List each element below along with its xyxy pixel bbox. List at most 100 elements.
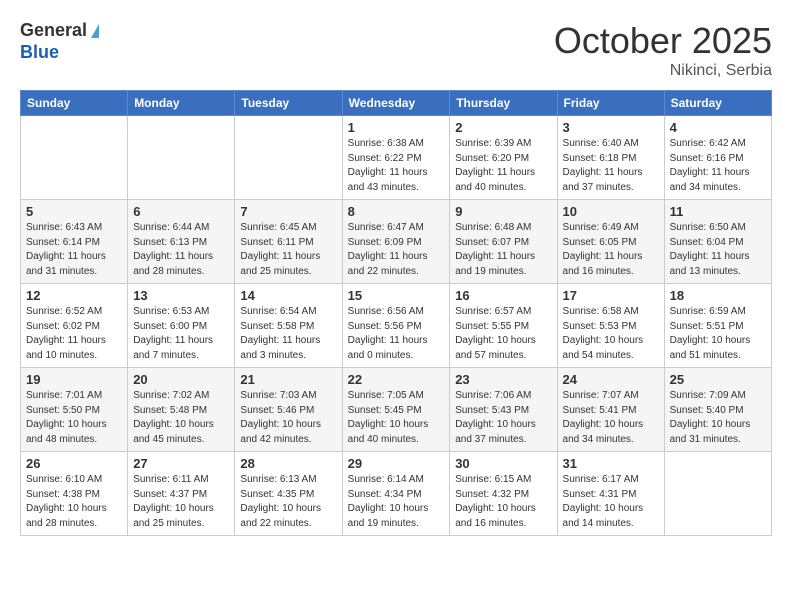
day-info: Sunrise: 6:44 AM Sunset: 6:13 PM Dayligh…: [133, 221, 229, 279]
day-number: 28: [240, 456, 336, 471]
calendar-cell: [235, 116, 342, 200]
day-number: 2: [455, 120, 551, 135]
day-number: 25: [670, 372, 766, 387]
day-info: Sunrise: 7:01 AM Sunset: 5:50 PM Dayligh…: [26, 389, 122, 447]
calendar-cell: 7 Sunrise: 6:45 AM Sunset: 6:11 PM Daylig…: [235, 200, 342, 284]
calendar-cell: 25 Sunrise: 7:09 AM Sunset: 5:40 PM Dayli…: [664, 368, 771, 452]
location: Nikinci, Serbia: [554, 62, 772, 80]
day-info: Sunrise: 6:49 AM Sunset: 6:05 PM Dayligh…: [563, 221, 659, 279]
day-info: Sunrise: 6:13 AM Sunset: 4:35 PM Dayligh…: [240, 473, 336, 531]
calendar-cell: 2 Sunrise: 6:39 AM Sunset: 6:20 PM Daylig…: [450, 116, 557, 200]
day-number: 13: [133, 288, 229, 303]
day-number: 3: [563, 120, 659, 135]
day-number: 24: [563, 372, 659, 387]
calendar-cell: [21, 116, 128, 200]
calendar-cell: 22 Sunrise: 7:05 AM Sunset: 5:45 PM Dayli…: [342, 368, 450, 452]
logo-blue-text: Blue: [20, 42, 99, 64]
day-info: Sunrise: 6:45 AM Sunset: 6:11 PM Dayligh…: [240, 221, 336, 279]
day-number: 26: [26, 456, 122, 471]
calendar-cell: 12Sunrise: 6:52 AM Sunset: 6:02 PM Dayli…: [21, 284, 128, 368]
calendar-cell: 31 Sunrise: 6:17 AM Sunset: 4:31 PM Dayli…: [557, 452, 664, 536]
day-number: 22: [348, 372, 445, 387]
calendar-cell: 20 Sunrise: 7:02 AM Sunset: 5:48 PM Dayli…: [128, 368, 235, 452]
calendar-cell: 17 Sunrise: 6:58 AM Sunset: 5:53 PM Dayli…: [557, 284, 664, 368]
day-info: Sunrise: 7:07 AM Sunset: 5:41 PM Dayligh…: [563, 389, 659, 447]
logo-icon: [91, 24, 99, 38]
calendar-cell: 19 Sunrise: 7:01 AM Sunset: 5:50 PM Dayli…: [21, 368, 128, 452]
logo-general-text: General: [20, 20, 87, 42]
day-number: 5: [26, 204, 122, 219]
day-info: Sunrise: 6:38 AM Sunset: 6:22 PM Dayligh…: [348, 137, 445, 195]
day-number: 18: [670, 288, 766, 303]
day-info: Sunrise: 6:42 AM Sunset: 6:16 PM Dayligh…: [670, 137, 766, 195]
calendar-cell: 13 Sunrise: 6:53 AM Sunset: 6:00 PM Dayli…: [128, 284, 235, 368]
day-number: 12: [26, 288, 122, 303]
day-info: Sunrise: 6:15 AM Sunset: 4:32 PM Dayligh…: [455, 473, 551, 531]
day-number: 27: [133, 456, 229, 471]
calendar-cell: 27 Sunrise: 6:11 AM Sunset: 4:37 PM Dayli…: [128, 452, 235, 536]
calendar-cell: 16 Sunrise: 6:57 AM Sunset: 5:55 PM Dayli…: [450, 284, 557, 368]
calendar-cell: 24 Sunrise: 7:07 AM Sunset: 5:41 PM Dayli…: [557, 368, 664, 452]
logo: General Blue: [20, 20, 99, 63]
day-number: 19: [26, 372, 122, 387]
calendar-cell: 28 Sunrise: 6:13 AM Sunset: 4:35 PM Dayli…: [235, 452, 342, 536]
day-of-week-header: Monday: [128, 91, 235, 116]
day-info: Sunrise: 6:14 AM Sunset: 4:34 PM Dayligh…: [348, 473, 445, 531]
day-info: Sunrise: 7:05 AM Sunset: 5:45 PM Dayligh…: [348, 389, 445, 447]
day-info: Sunrise: 6:58 AM Sunset: 5:53 PM Dayligh…: [563, 305, 659, 363]
day-info: Sunrise: 7:03 AM Sunset: 5:46 PM Dayligh…: [240, 389, 336, 447]
day-of-week-header: Tuesday: [235, 91, 342, 116]
day-number: 14: [240, 288, 336, 303]
day-info: Sunrise: 7:09 AM Sunset: 5:40 PM Dayligh…: [670, 389, 766, 447]
calendar-cell: 30 Sunrise: 6:15 AM Sunset: 4:32 PM Dayli…: [450, 452, 557, 536]
calendar-cell: 6 Sunrise: 6:44 AM Sunset: 6:13 PM Daylig…: [128, 200, 235, 284]
day-info: Sunrise: 6:48 AM Sunset: 6:07 PM Dayligh…: [455, 221, 551, 279]
day-number: 9: [455, 204, 551, 219]
calendar-cell: 21 Sunrise: 7:03 AM Sunset: 5:46 PM Dayli…: [235, 368, 342, 452]
day-number: 15: [348, 288, 445, 303]
month-title: October 2025: [554, 20, 772, 62]
day-of-week-header: Sunday: [21, 91, 128, 116]
day-info: Sunrise: 6:47 AM Sunset: 6:09 PM Dayligh…: [348, 221, 445, 279]
day-number: 16: [455, 288, 551, 303]
day-number: 4: [670, 120, 766, 135]
title-block: October 2025 Nikinci, Serbia: [554, 20, 772, 80]
calendar-cell: 8 Sunrise: 6:47 AM Sunset: 6:09 PM Daylig…: [342, 200, 450, 284]
day-number: 7: [240, 204, 336, 219]
day-number: 23: [455, 372, 551, 387]
day-number: 6: [133, 204, 229, 219]
calendar-cell: 4 Sunrise: 6:42 AM Sunset: 6:16 PM Daylig…: [664, 116, 771, 200]
day-info: Sunrise: 6:53 AM Sunset: 6:00 PM Dayligh…: [133, 305, 229, 363]
page-header: General Blue October 2025 Nikinci, Serbi…: [20, 20, 772, 80]
day-info: Sunrise: 6:11 AM Sunset: 4:37 PM Dayligh…: [133, 473, 229, 531]
day-number: 31: [563, 456, 659, 471]
day-of-week-header: Saturday: [664, 91, 771, 116]
day-info: Sunrise: 6:39 AM Sunset: 6:20 PM Dayligh…: [455, 137, 551, 195]
day-info: Sunrise: 6:59 AM Sunset: 5:51 PM Dayligh…: [670, 305, 766, 363]
day-info: Sunrise: 6:10 AM Sunset: 4:38 PM Dayligh…: [26, 473, 122, 531]
calendar-cell: 18 Sunrise: 6:59 AM Sunset: 5:51 PM Dayli…: [664, 284, 771, 368]
day-of-week-header: Friday: [557, 91, 664, 116]
day-number: 29: [348, 456, 445, 471]
day-number: 17: [563, 288, 659, 303]
day-info: Sunrise: 6:40 AM Sunset: 6:18 PM Dayligh…: [563, 137, 659, 195]
calendar-cell: 29 Sunrise: 6:14 AM Sunset: 4:34 PM Dayli…: [342, 452, 450, 536]
calendar-cell: 3 Sunrise: 6:40 AM Sunset: 6:18 PM Daylig…: [557, 116, 664, 200]
day-number: 11: [670, 204, 766, 219]
day-of-week-header: Wednesday: [342, 91, 450, 116]
day-number: 30: [455, 456, 551, 471]
day-number: 20: [133, 372, 229, 387]
calendar-cell: 15 Sunrise: 6:56 AM Sunset: 5:56 PM Dayli…: [342, 284, 450, 368]
calendar-cell: 1 Sunrise: 6:38 AM Sunset: 6:22 PM Daylig…: [342, 116, 450, 200]
day-number: 1: [348, 120, 445, 135]
day-number: 10: [563, 204, 659, 219]
day-number: 8: [348, 204, 445, 219]
day-info: Sunrise: 6:17 AM Sunset: 4:31 PM Dayligh…: [563, 473, 659, 531]
calendar-cell: [128, 116, 235, 200]
day-info: Sunrise: 6:57 AM Sunset: 5:55 PM Dayligh…: [455, 305, 551, 363]
day-info: Sunrise: 6:56 AM Sunset: 5:56 PM Dayligh…: [348, 305, 445, 363]
calendar-cell: 14Sunrise: 6:54 AM Sunset: 5:58 PM Dayli…: [235, 284, 342, 368]
day-number: 21: [240, 372, 336, 387]
day-info: Sunrise: 7:02 AM Sunset: 5:48 PM Dayligh…: [133, 389, 229, 447]
calendar-table: SundayMondayTuesdayWednesdayThursdayFrid…: [20, 90, 772, 536]
